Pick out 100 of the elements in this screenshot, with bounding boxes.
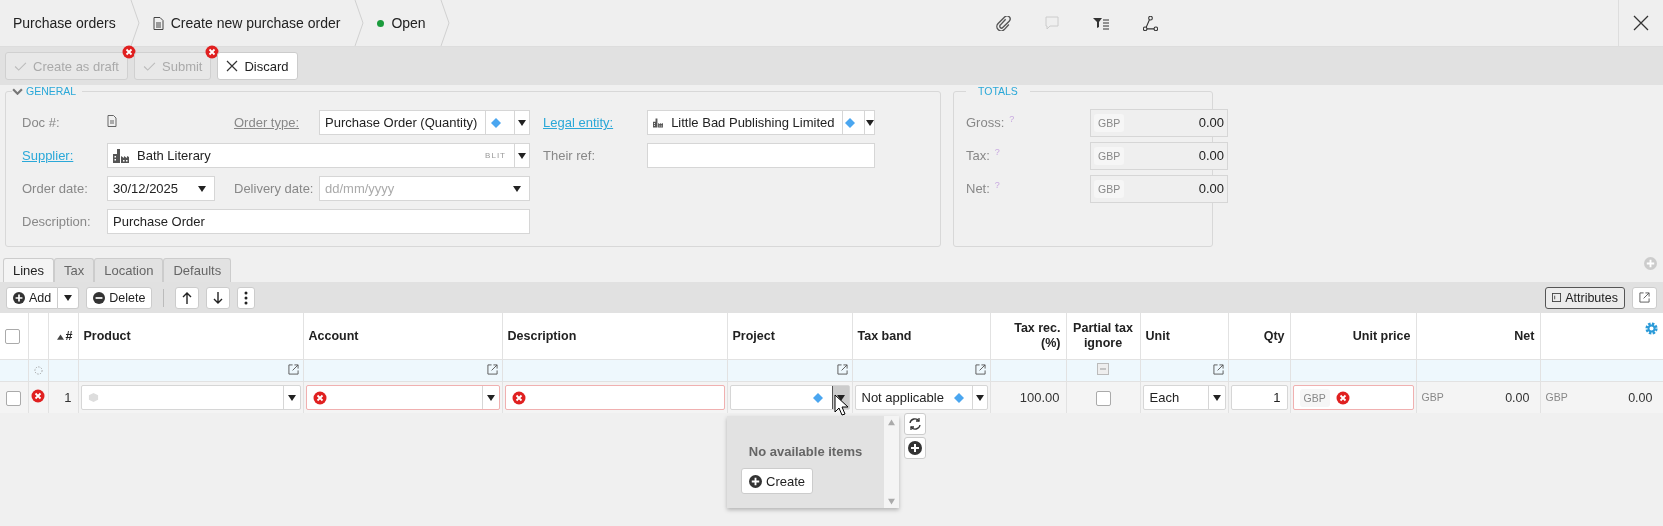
breadcrumb[interactable]: Open [391,15,426,31]
section-title: GENERAL [26,85,77,97]
open-link-icon[interactable] [486,364,498,375]
error-icon [312,390,327,405]
open-link-icon[interactable] [287,364,299,375]
add-menu-button[interactable] [58,286,80,309]
move-up-button[interactable] [175,286,200,309]
cube-icon [87,392,99,403]
select-field[interactable]: Purchase Order (Quantity) [319,110,530,135]
caret-icon[interactable] [518,119,527,126]
add-icon [13,291,25,304]
input-field[interactable]: 1 [1230,385,1288,410]
select-field[interactable]: Little Bad Publishing Limited [647,110,875,135]
caret-icon[interactable] [486,394,495,401]
field-label: Description: [21,214,92,229]
checkbox[interactable] [5,328,20,344]
currency-label: GBP [1421,390,1444,405]
minus-icon [93,291,106,304]
close-icon[interactable] [1633,15,1649,31]
column-header[interactable]: # [65,328,73,343]
add-button[interactable] [904,437,926,459]
empty-message: No available items [748,444,863,459]
chevron-separator [129,0,140,46]
caret-icon[interactable] [287,394,296,401]
caret-icon[interactable] [198,185,206,192]
move-down-button[interactable] [206,286,231,309]
tab[interactable]: Defaults [163,258,232,282]
check-icon [143,61,156,71]
amount-value: 0.00 [1198,115,1224,130]
select-field[interactable] [305,385,500,410]
checkbox-icon[interactable] [1097,363,1109,375]
select-field[interactable] [80,385,301,410]
popout-button[interactable] [1632,286,1657,309]
scrollbar[interactable] [884,416,899,508]
field-label: Order date: [21,181,89,196]
select-field[interactable] [729,385,850,410]
caret-icon[interactable] [836,394,845,401]
currency-label: GBP [1094,179,1125,198]
diamond-icon [812,392,823,403]
tab[interactable]: Location [94,258,164,282]
tab[interactable]: Tax [54,258,95,282]
add-button[interactable]: Add [6,286,59,309]
table-cell: 100.00 [1019,390,1060,405]
date-field[interactable]: 30/12/2025 [107,176,215,201]
settings-icon[interactable] [1643,321,1659,336]
document-icon [107,115,117,127]
table-cell: 1 [64,390,72,405]
text-field[interactable]: Purchase Order [107,209,530,234]
document-icon [152,16,164,30]
refresh-icon [908,417,922,431]
attributes-button[interactable]: Attributes [1545,286,1625,309]
caret-icon[interactable] [513,185,521,192]
caret-icon[interactable] [865,119,874,126]
more-button[interactable] [237,286,256,309]
open-link-icon[interactable] [1212,364,1224,375]
table-cell: 0.00 [1505,390,1530,405]
arrow-down-icon [213,291,224,304]
filter-list-icon[interactable] [1093,16,1109,30]
delete-button[interactable]: Delete [86,286,153,309]
share-icon[interactable] [1143,15,1158,31]
checkbox[interactable] [1095,390,1111,406]
chevron-icon[interactable] [12,87,23,95]
breadcrumb[interactable]: Purchase orders [13,15,116,31]
select-field[interactable]: Each [1142,385,1226,410]
sort-up-icon[interactable] [56,333,64,340]
input-field[interactable] [504,385,725,410]
action-button[interactable]: Discard [217,52,298,80]
open-link-icon[interactable] [1639,292,1650,303]
caret-icon[interactable] [64,294,73,301]
caret-icon[interactable] [975,394,984,401]
paperclip-icon[interactable] [996,15,1011,31]
text-field[interactable] [647,143,875,168]
field-label: Doc #: [21,115,61,130]
field-label: Order type: [233,115,301,130]
field-label: Tax: [966,148,990,164]
caret-icon[interactable] [1212,394,1221,401]
select-field[interactable]: Bath Literary BLIT [107,143,530,168]
check-icon [14,61,27,71]
add-icon [908,441,922,455]
more-icon [244,290,249,305]
amount-value: 0.00 [1198,148,1224,163]
diamond-icon [844,117,855,128]
field-label: Delivery date: [233,181,315,196]
tab[interactable]: Lines [3,258,55,282]
diamond-icon [953,392,964,403]
close-icon [226,60,239,72]
open-link-icon[interactable] [836,364,848,375]
chevron-separator [439,0,450,46]
caret-icon[interactable] [518,152,526,159]
checkbox[interactable] [6,390,22,406]
field-label: Net: [966,181,990,197]
open-link-icon[interactable] [974,364,986,375]
refresh-button[interactable] [904,413,926,435]
breadcrumb[interactable]: Create new purchase order [170,15,341,31]
field-label: Gross: [966,115,1005,131]
create-button[interactable]: Create [741,468,814,494]
diamond-icon [491,117,502,128]
add-icon [749,474,762,488]
select-field[interactable]: Not applicable [854,385,988,410]
dotted-circle-icon [33,366,43,375]
